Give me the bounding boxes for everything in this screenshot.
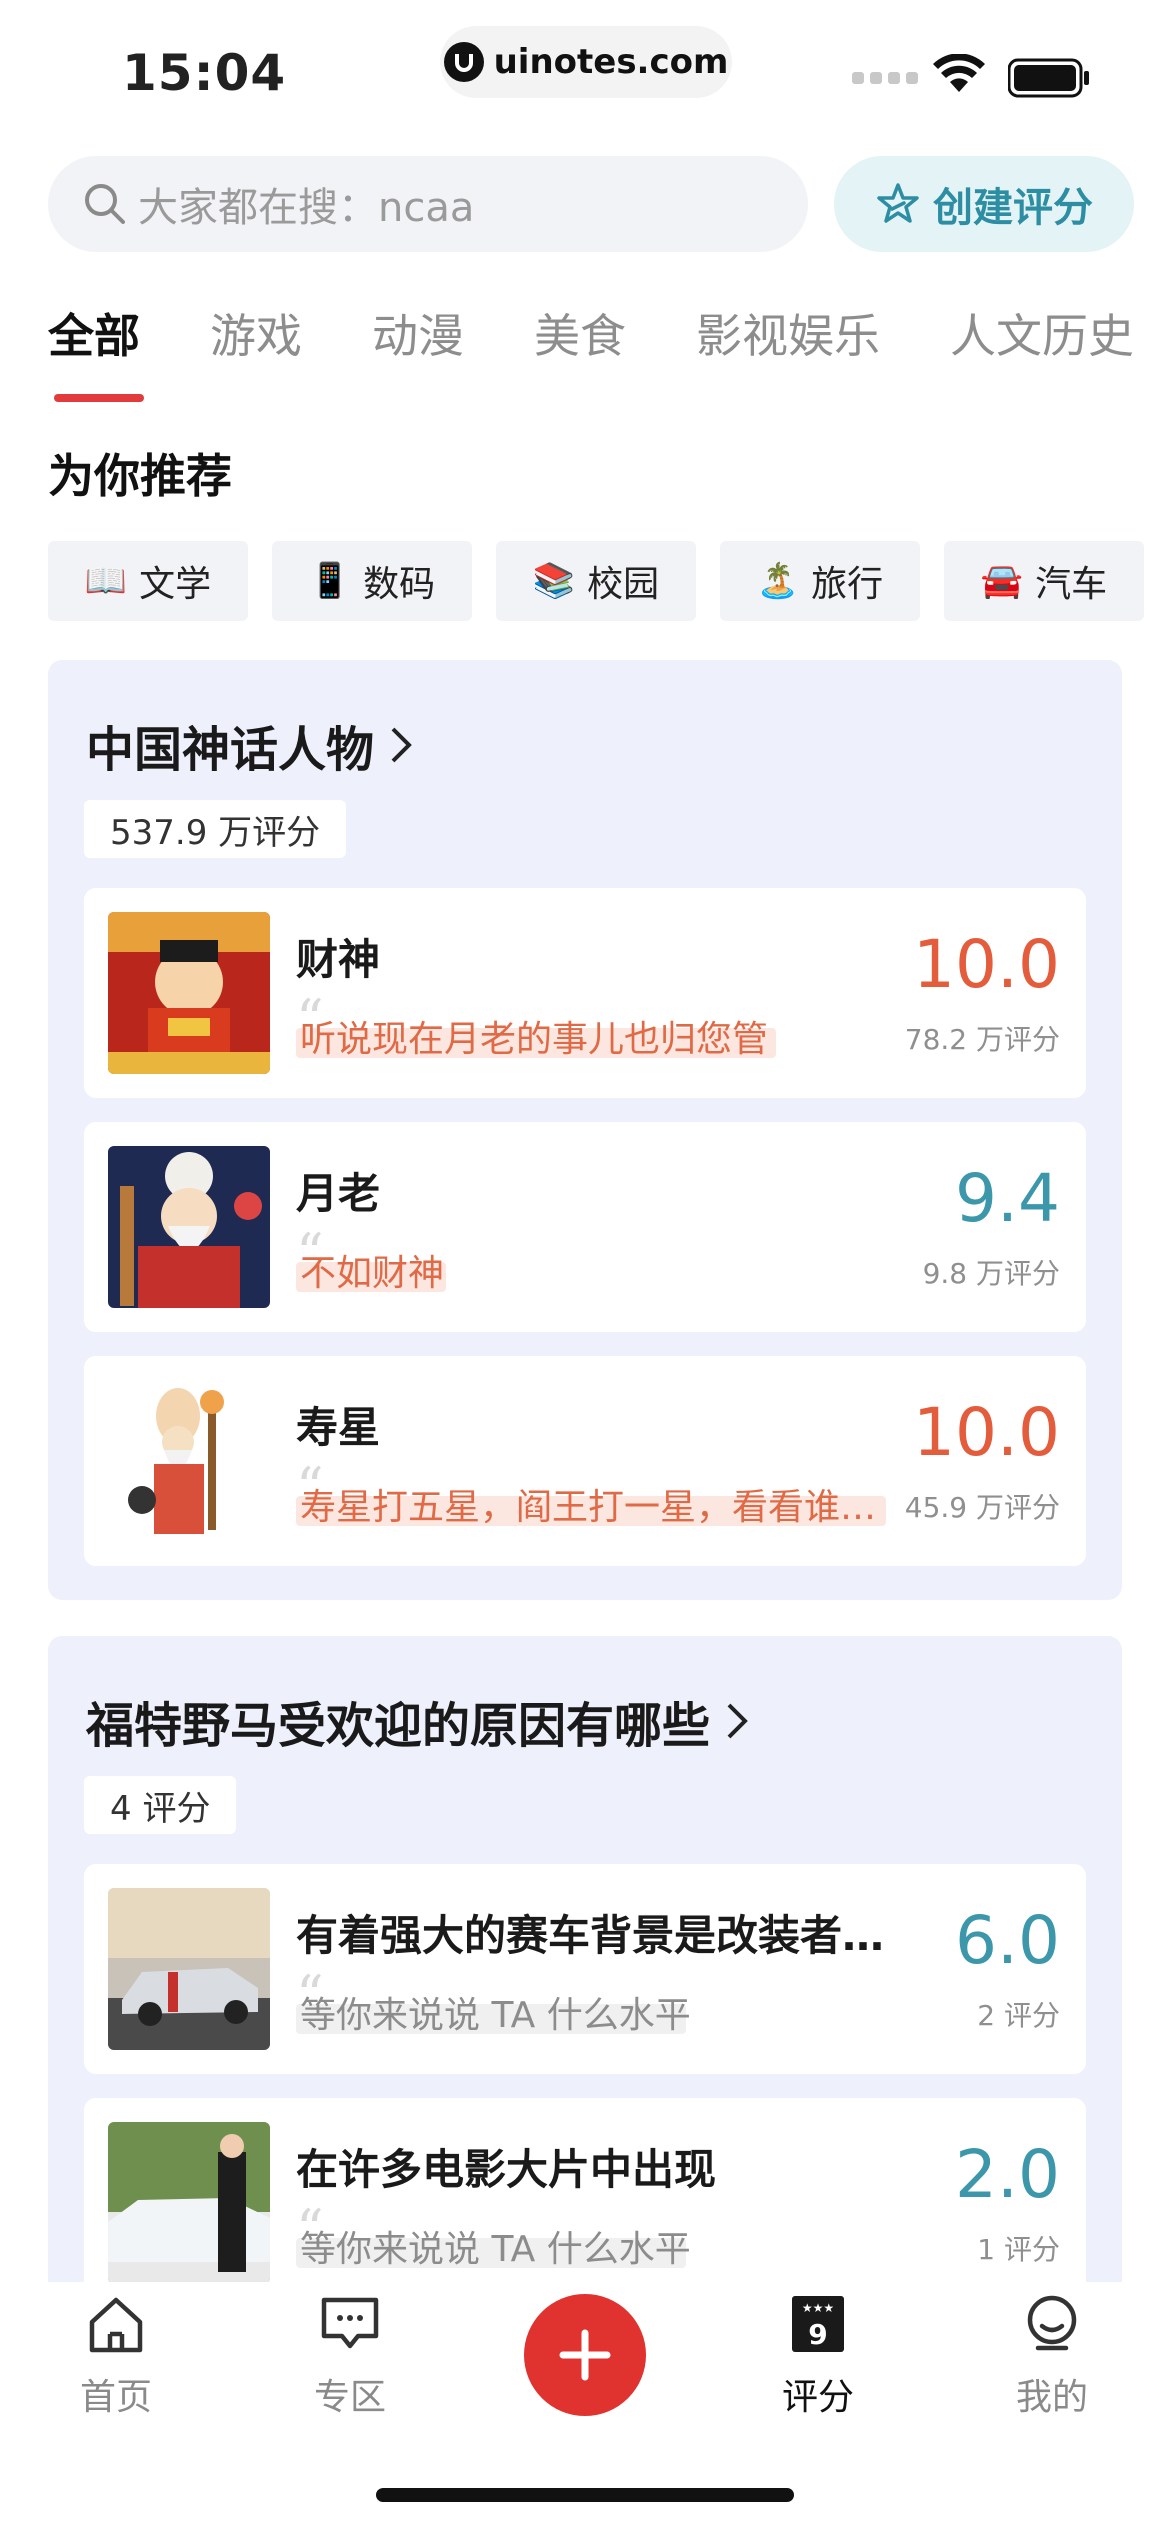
item-rating-count: 78.2 万评分 bbox=[904, 1023, 1060, 1056]
item-quote: 寿星打五星，阎王打一星，看看谁… bbox=[300, 1487, 877, 1528]
tab-all[interactable]: 全部 bbox=[48, 300, 140, 380]
nav-zone-label: 专区 bbox=[313, 2377, 386, 2418]
chip-label: 校园 bbox=[587, 564, 660, 605]
topic-rating-count: 4 评分 bbox=[84, 1776, 237, 1834]
chip-label: 数码 bbox=[363, 564, 436, 605]
tab-history[interactable]: 人文历史 bbox=[950, 300, 1134, 380]
chevron-right-icon bbox=[391, 727, 412, 763]
item-score: 6.0 bbox=[955, 1902, 1060, 1979]
chip-travel[interactable]: 🏝️ 旅行 bbox=[720, 541, 920, 621]
books-icon: 📚 bbox=[532, 561, 576, 601]
site-logo-icon bbox=[443, 42, 484, 82]
item-rating-count: 2 评分 bbox=[977, 1999, 1060, 2032]
list-item[interactable]: 有着强大的赛车背景是改装者… “ 等你来说说 TA 什么水平 6.0 2 评分 bbox=[84, 1864, 1086, 2074]
recommend-chips: 📖 文学 📱 数码 📚 校园 🏝️ 旅行 🚘 汽车 bbox=[48, 541, 1144, 621]
nav-zone[interactable]: 专区 bbox=[280, 2292, 420, 2420]
chip-digital[interactable]: 📱 数码 bbox=[272, 541, 472, 621]
nav-mine[interactable]: 我的 bbox=[982, 2292, 1122, 2420]
item-quote: 不如财神 bbox=[300, 1253, 445, 1294]
topic-card: 福特野马受欢迎的原因有哪些 4 评分 有着强大的赛车背景是改装者… “ 等你来说… bbox=[48, 1636, 1122, 2336]
active-tab-indicator bbox=[54, 394, 144, 402]
list-item[interactable]: 财神 “ 听说现在月老的事儿也归您管 10.0 78.2 万评分 bbox=[84, 888, 1086, 1098]
home-indicator bbox=[376, 2488, 794, 2502]
item-score: 9.4 bbox=[955, 1160, 1060, 1237]
item-score: 10.0 bbox=[913, 1394, 1060, 1471]
url-pill[interactable]: uinotes.com bbox=[440, 26, 732, 98]
section-title-recommend: 为你推荐 bbox=[48, 449, 232, 503]
item-name: 有着强大的赛车背景是改装者… bbox=[296, 1911, 885, 1960]
island-icon: 🏝️ bbox=[756, 561, 800, 601]
nav-rating[interactable]: ★★★ 9 评分 bbox=[748, 2292, 888, 2420]
nav-home[interactable]: 首页 bbox=[46, 2292, 186, 2420]
search-icon bbox=[85, 184, 125, 224]
cellular-signal-icon bbox=[852, 72, 918, 84]
chip-campus[interactable]: 📚 校园 bbox=[496, 541, 696, 621]
item-name: 在许多电影大片中出现 bbox=[296, 2145, 717, 2194]
profile-icon bbox=[1027, 2295, 1077, 2351]
message-board-icon bbox=[321, 2297, 379, 2349]
item-rating-count: 1 评分 bbox=[977, 2233, 1060, 2266]
search-bar[interactable]: 大家都在搜：ncaa bbox=[48, 156, 808, 252]
category-tabs: 全部 游戏 动漫 美食 影视娱乐 人文历史 bbox=[48, 300, 1170, 380]
item-score: 10.0 bbox=[913, 926, 1060, 1003]
chip-literature[interactable]: 📖 文学 bbox=[48, 541, 248, 621]
status-bar: 15:04 uinotes.com bbox=[0, 0, 1170, 140]
list-item[interactable]: 在许多电影大片中出现 “ 等你来说说 TA 什么水平 2.0 1 评分 bbox=[84, 2098, 1086, 2308]
topic-title[interactable]: 福特野马受欢迎的原因有哪些 bbox=[86, 1686, 750, 1756]
wifi-icon bbox=[933, 54, 985, 92]
status-time: 15:04 bbox=[122, 44, 287, 102]
item-rating-count: 45.9 万评分 bbox=[904, 1491, 1060, 1524]
search-placeholder: 大家都在搜：ncaa bbox=[138, 185, 475, 231]
topic-card: 中国神话人物 537.9 万评分 财神 “ 听说现在月老的事儿也归您管 10.0… bbox=[48, 660, 1122, 1600]
battery-icon bbox=[1008, 58, 1089, 98]
chip-label: 旅行 bbox=[811, 564, 884, 605]
item-quote: 听说现在月老的事儿也归您管 bbox=[300, 1019, 769, 1060]
item-quote: 等你来说说 TA 什么水平 bbox=[300, 2229, 691, 2270]
nav-home-label: 首页 bbox=[79, 2377, 152, 2418]
tab-entertainment[interactable]: 影视娱乐 bbox=[696, 300, 880, 380]
item-thumbnail bbox=[108, 1888, 270, 2050]
add-button[interactable] bbox=[524, 2294, 646, 2416]
home-icon bbox=[89, 2297, 143, 2353]
svg-text:★★★: ★★★ bbox=[802, 2301, 834, 2315]
chevron-right-icon bbox=[727, 1703, 748, 1739]
item-thumbnail bbox=[108, 912, 270, 1074]
item-name: 月老 bbox=[296, 1169, 381, 1218]
item-name: 寿星 bbox=[296, 1403, 381, 1452]
list-item[interactable]: 寿星 “ 寿星打五星，阎王打一星，看看谁… 10.0 45.9 万评分 bbox=[84, 1356, 1086, 1566]
item-name: 财神 bbox=[296, 935, 381, 984]
car-icon: 🚘 bbox=[980, 561, 1024, 601]
tab-food[interactable]: 美食 bbox=[534, 300, 626, 380]
create-rating-button[interactable]: 创建评分 bbox=[834, 156, 1134, 252]
item-quote: 等你来说说 TA 什么水平 bbox=[300, 1995, 691, 2036]
svg-text:9: 9 bbox=[808, 2318, 827, 2351]
nav-rating-label: 评分 bbox=[781, 2377, 854, 2418]
plus-icon bbox=[559, 2329, 611, 2381]
item-thumbnail bbox=[108, 1380, 270, 1542]
create-rating-label: 创建评分 bbox=[933, 185, 1093, 231]
tab-anime[interactable]: 动漫 bbox=[372, 300, 464, 380]
rating-calendar-icon: ★★★ 9 bbox=[792, 2296, 844, 2352]
item-rating-count: 9.8 万评分 bbox=[922, 1257, 1060, 1290]
item-thumbnail bbox=[108, 2122, 270, 2284]
item-score: 2.0 bbox=[955, 2136, 1060, 2213]
topic-rating-count: 537.9 万评分 bbox=[84, 800, 347, 858]
list-item[interactable]: 月老 “ 不如财神 9.4 9.8 万评分 bbox=[84, 1122, 1086, 1332]
star-edit-icon bbox=[877, 183, 919, 223]
item-thumbnail bbox=[108, 1146, 270, 1308]
topic-title[interactable]: 中国神话人物 bbox=[86, 710, 414, 780]
chip-cars[interactable]: 🚘 汽车 bbox=[944, 541, 1144, 621]
tab-games[interactable]: 游戏 bbox=[210, 300, 302, 380]
chip-label: 汽车 bbox=[1035, 564, 1108, 605]
chip-label: 文学 bbox=[139, 564, 212, 605]
phone-icon: 📱 bbox=[308, 561, 352, 601]
nav-mine-label: 我的 bbox=[1015, 2377, 1088, 2418]
topic-title-text: 福特野马受欢迎的原因有哪些 bbox=[86, 1698, 711, 1754]
url-text: uinotes.com bbox=[493, 42, 729, 82]
book-icon: 📖 bbox=[84, 561, 128, 601]
topic-title-text: 中国神话人物 bbox=[86, 722, 375, 778]
